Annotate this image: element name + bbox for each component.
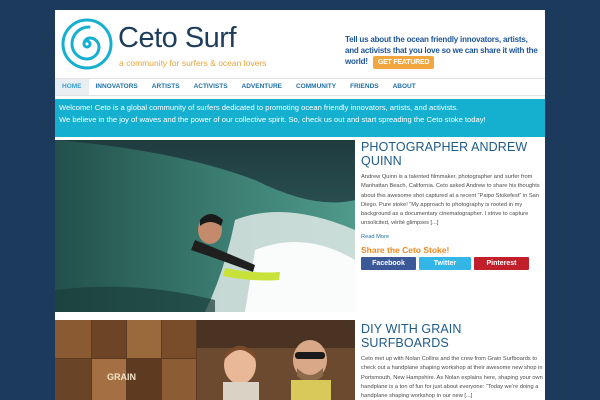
nav-item-activists[interactable]: ACTIVISTS xyxy=(187,79,235,95)
main-nav: HOME INNOVATORS ARTISTS ACTIVISTS ADVENT… xyxy=(55,78,545,96)
post-1-read-more-link[interactable]: Read More xyxy=(361,234,543,240)
post-image-grain-workshop[interactable]: GRAIN xyxy=(55,320,355,400)
share-buttons: Facebook Twitter Pinterest xyxy=(361,256,543,270)
post-1-title[interactable]: PHOTOGRAPHER ANDREW QUINN xyxy=(361,140,543,168)
site-title: Ceto Surf xyxy=(118,22,237,54)
spiral-logo-icon xyxy=(61,18,113,70)
welcome-line-1: Welcome! Ceto is a global community of s… xyxy=(59,103,459,112)
nav-item-about[interactable]: ABOUT xyxy=(386,79,423,95)
facebook-share-button[interactable]: Facebook xyxy=(361,256,416,270)
page: Ceto Surf a community for surfers & ocea… xyxy=(55,10,545,400)
site-logo[interactable]: Ceto Surf a community for surfers & ocea… xyxy=(61,18,271,73)
nav-item-adventure[interactable]: ADVENTURE xyxy=(235,79,289,95)
post-1-body: PHOTOGRAPHER ANDREW QUINN Andrew Quinn i… xyxy=(361,140,543,270)
welcome-line-2: We believe in the joy of waves and the p… xyxy=(59,115,486,124)
promo-box: Tell us about the ocean friendly innovat… xyxy=(345,34,541,69)
site-tagline: a community for surfers & ocean lovers xyxy=(119,58,267,68)
nav-item-community[interactable]: COMMUNITY xyxy=(289,79,343,95)
nav-item-innovators[interactable]: INNOVATORS xyxy=(89,79,145,95)
share-title: Share the Ceto Stoke! xyxy=(361,244,450,255)
get-featured-button[interactable]: GET FEATURED xyxy=(372,56,435,69)
post-2-excerpt: Ceto met up with Nolan Collins and the c… xyxy=(361,356,543,400)
grain-sign: GRAIN xyxy=(107,372,136,382)
post-2-title[interactable]: DIY WITH GRAIN SURFBOARDS xyxy=(361,322,543,350)
twitter-share-button[interactable]: Twitter xyxy=(419,256,471,270)
post-2-body: DIY WITH GRAIN SURFBOARDS Ceto met up wi… xyxy=(361,322,543,400)
post-image-wave-rider[interactable] xyxy=(55,140,355,312)
pinterest-share-button[interactable]: Pinterest xyxy=(474,256,529,270)
post-1-excerpt: Andrew Quinn is a talented filmmaker, ph… xyxy=(361,174,540,227)
nav-item-artists[interactable]: ARTISTS xyxy=(145,79,187,95)
nav-item-friends[interactable]: FRIENDS xyxy=(343,79,386,95)
nav-item-home[interactable]: HOME xyxy=(55,79,89,95)
site-header: Ceto Surf a community for surfers & ocea… xyxy=(55,10,545,78)
welcome-banner: Welcome! Ceto is a global community of s… xyxy=(55,99,545,137)
